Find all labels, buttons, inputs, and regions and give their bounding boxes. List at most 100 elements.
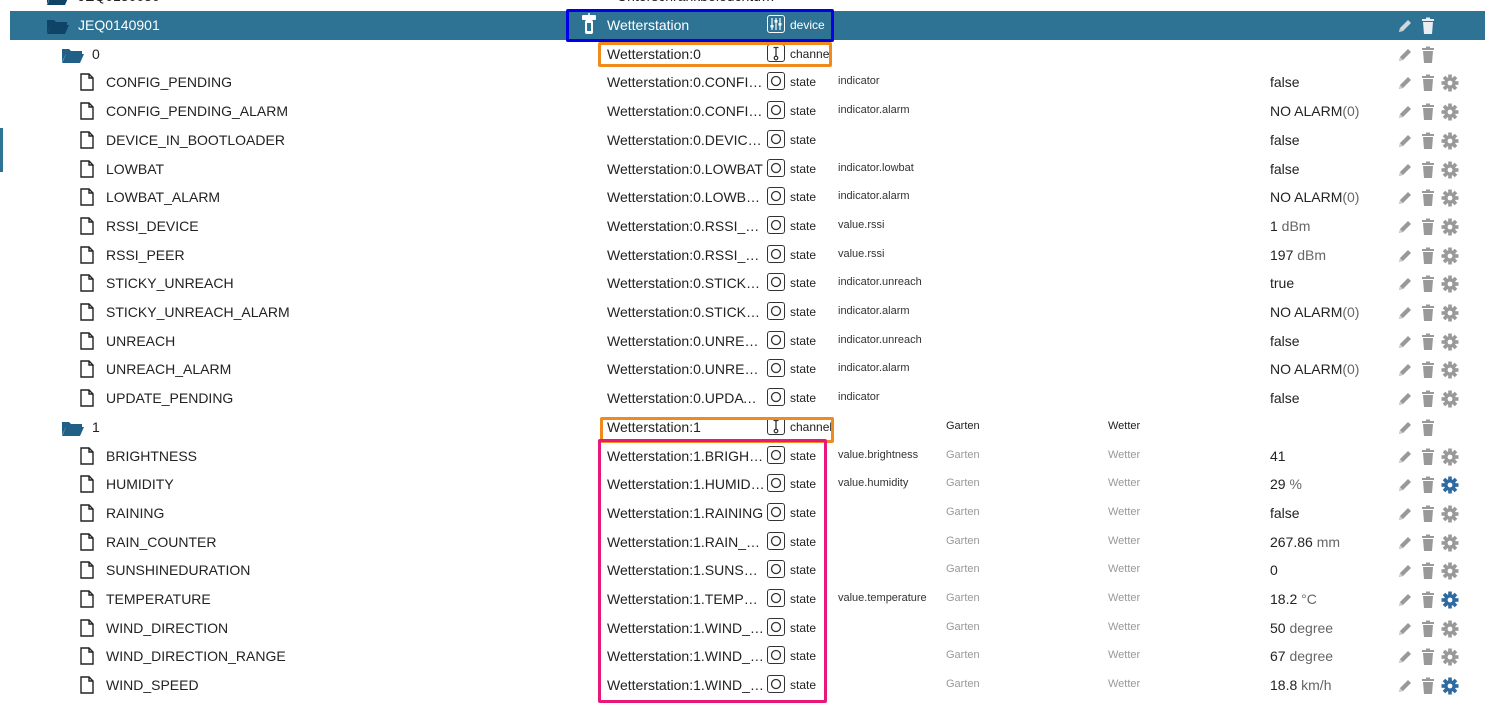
settings-gear-icon[interactable] xyxy=(1441,304,1459,325)
object-value[interactable]: false xyxy=(1270,390,1300,406)
object-value[interactable]: false xyxy=(1270,161,1300,177)
edit-icon[interactable] xyxy=(1396,189,1414,210)
object-value[interactable]: 267.86 mm xyxy=(1270,534,1340,550)
object-value[interactable]: false xyxy=(1270,132,1300,148)
delete-icon[interactable] xyxy=(1420,591,1436,612)
delete-icon[interactable] xyxy=(1420,677,1436,698)
delete-icon[interactable] xyxy=(1420,218,1436,239)
state-row[interactable]: SUNSHINEDURATION Wetterstation:1.SUNSHI..… xyxy=(10,556,1485,585)
object-value[interactable]: false xyxy=(1270,505,1300,521)
edit-icon[interactable] xyxy=(1396,304,1414,325)
settings-gear-icon[interactable] xyxy=(1441,534,1459,555)
folder-open-icon[interactable] xyxy=(61,418,85,441)
edit-icon[interactable] xyxy=(1396,677,1414,698)
partial-device-row[interactable]: JEQ0130030 Unterschrankbeleuchtung xyxy=(10,0,1485,11)
device-row[interactable]: JEQ0140901 Wetterstation device xyxy=(10,11,1485,40)
settings-gear-icon[interactable] xyxy=(1441,476,1459,497)
delete-icon[interactable] xyxy=(1420,17,1436,38)
edit-icon[interactable] xyxy=(1396,218,1414,239)
state-row[interactable]: UNREACH Wetterstation:0.UNREACH state indic… xyxy=(10,327,1485,356)
settings-gear-icon[interactable] xyxy=(1441,562,1459,583)
state-row[interactable]: RAIN_COUNTER Wetterstation:1.RAIN_CO... st… xyxy=(10,528,1485,557)
settings-gear-icon[interactable] xyxy=(1441,505,1459,526)
delete-icon[interactable] xyxy=(1420,103,1436,124)
state-row[interactable]: CONFIG_PENDING Wetterstation:0.CONFIG_...… xyxy=(10,68,1485,97)
delete-icon[interactable] xyxy=(1420,534,1436,555)
delete-icon[interactable] xyxy=(1420,333,1436,354)
delete-icon[interactable] xyxy=(1420,361,1436,382)
object-value[interactable]: 41 xyxy=(1270,448,1286,464)
object-value[interactable]: 29 % xyxy=(1270,476,1302,492)
delete-icon[interactable] xyxy=(1420,189,1436,210)
settings-gear-icon[interactable] xyxy=(1441,448,1459,469)
edit-icon[interactable] xyxy=(1396,620,1414,641)
channel-row[interactable]: 0 Wetterstation:0 channel xyxy=(10,40,1485,69)
delete-icon[interactable] xyxy=(1420,74,1436,95)
folder-icon[interactable] xyxy=(46,0,70,10)
edit-icon[interactable] xyxy=(1396,476,1414,497)
edit-icon[interactable] xyxy=(1396,361,1414,382)
settings-gear-icon[interactable] xyxy=(1441,333,1459,354)
channel-row[interactable]: 1 Wetterstation:1 channel Garten Wetter xyxy=(10,413,1485,442)
settings-gear-icon[interactable] xyxy=(1441,161,1459,182)
settings-gear-icon[interactable] xyxy=(1441,620,1459,641)
settings-gear-icon[interactable] xyxy=(1441,361,1459,382)
delete-icon[interactable] xyxy=(1420,132,1436,153)
state-row[interactable]: WIND_DIRECTION_RANGE Wetterstation:1.WIND… xyxy=(10,642,1485,671)
delete-icon[interactable] xyxy=(1420,505,1436,526)
settings-gear-icon[interactable] xyxy=(1441,591,1459,612)
settings-gear-icon[interactable] xyxy=(1441,247,1459,268)
state-row[interactable]: CONFIG_PENDING_ALARM Wetterstation:0.CONF… xyxy=(10,97,1485,126)
edit-icon[interactable] xyxy=(1396,161,1414,182)
settings-gear-icon[interactable] xyxy=(1441,275,1459,296)
state-row[interactable]: HUMIDITY Wetterstation:1.HUMIDITY state val… xyxy=(10,470,1485,499)
edit-icon[interactable] xyxy=(1396,591,1414,612)
edit-icon[interactable] xyxy=(1396,333,1414,354)
state-row[interactable]: RAINING Wetterstation:1.RAINING state Garte… xyxy=(10,499,1485,528)
edit-icon[interactable] xyxy=(1396,275,1414,296)
edit-icon[interactable] xyxy=(1396,534,1414,555)
state-row[interactable]: DEVICE_IN_BOOTLOADER Wetterstation:0.DEVI… xyxy=(10,126,1485,155)
edit-icon[interactable] xyxy=(1396,390,1414,411)
edit-icon[interactable] xyxy=(1396,74,1414,95)
settings-gear-icon[interactable] xyxy=(1441,74,1459,95)
settings-gear-icon[interactable] xyxy=(1441,677,1459,698)
delete-icon[interactable] xyxy=(1420,448,1436,469)
object-value[interactable]: 67 degree xyxy=(1270,648,1333,664)
edit-icon[interactable] xyxy=(1396,103,1414,124)
object-value[interactable]: 18.2 °C xyxy=(1270,591,1317,607)
folder-open-icon[interactable] xyxy=(61,45,85,68)
state-row[interactable]: STICKY_UNREACH Wetterstation:0.STICKY_...… xyxy=(10,269,1485,298)
delete-icon[interactable] xyxy=(1420,390,1436,411)
object-value[interactable]: false xyxy=(1270,333,1300,349)
delete-icon[interactable] xyxy=(1420,46,1436,67)
state-row[interactable]: TEMPERATURE Wetterstation:1.TEMPER... stat… xyxy=(10,585,1485,614)
object-value[interactable]: 0 xyxy=(1270,562,1278,578)
delete-icon[interactable] xyxy=(1420,247,1436,268)
object-value[interactable]: 1 dBm xyxy=(1270,218,1310,234)
edit-icon[interactable] xyxy=(1396,247,1414,268)
settings-gear-icon[interactable] xyxy=(1441,648,1459,669)
object-value[interactable]: NO ALARM(0) xyxy=(1270,304,1359,320)
edit-icon[interactable] xyxy=(1396,46,1414,67)
object-value[interactable]: NO ALARM(0) xyxy=(1270,361,1359,377)
folder-open-icon[interactable] xyxy=(46,16,70,39)
state-row[interactable]: RSSI_PEER Wetterstation:0.RSSI_PEER state v… xyxy=(10,241,1485,270)
object-value[interactable]: false xyxy=(1270,74,1300,90)
edit-icon[interactable] xyxy=(1396,448,1414,469)
delete-icon[interactable] xyxy=(1420,648,1436,669)
delete-icon[interactable] xyxy=(1420,275,1436,296)
state-row[interactable]: UNREACH_ALARM Wetterstation:0.UNREAC... st… xyxy=(10,355,1485,384)
object-value[interactable]: 197 dBm xyxy=(1270,247,1326,263)
state-row[interactable]: STICKY_UNREACH_ALARM Wetterstation:0.STIC… xyxy=(10,298,1485,327)
delete-icon[interactable] xyxy=(1420,161,1436,182)
edit-icon[interactable] xyxy=(1396,505,1414,526)
delete-icon[interactable] xyxy=(1420,620,1436,641)
object-value[interactable]: NO ALARM(0) xyxy=(1270,103,1359,119)
edit-icon[interactable] xyxy=(1396,17,1414,38)
settings-gear-icon[interactable] xyxy=(1441,189,1459,210)
object-value[interactable]: NO ALARM(0) xyxy=(1270,189,1359,205)
state-row[interactable]: LOWBAT Wetterstation:0.LOWBAT state indicat… xyxy=(10,155,1485,184)
state-row[interactable]: RSSI_DEVICE Wetterstation:0.RSSI_DE... sta… xyxy=(10,212,1485,241)
settings-gear-icon[interactable] xyxy=(1441,390,1459,411)
